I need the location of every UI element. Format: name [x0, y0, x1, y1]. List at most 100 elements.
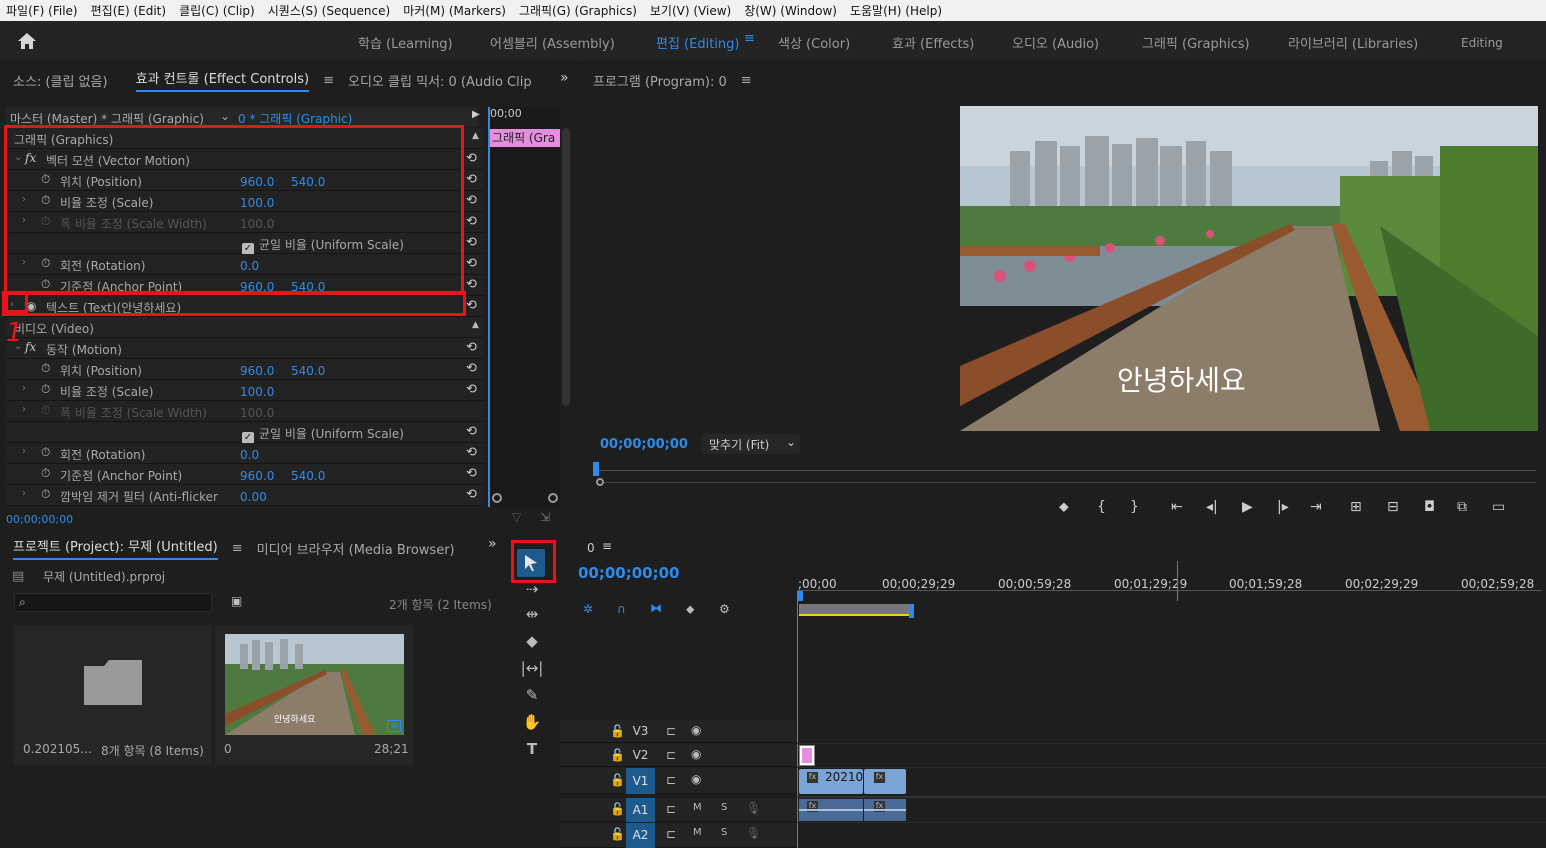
- solo-button[interactable]: S: [721, 827, 727, 838]
- stopwatch-icon[interactable]: ⏱: [41, 445, 50, 460]
- lift-icon[interactable]: ⊞: [1350, 499, 1362, 515]
- workspace-effects[interactable]: 효과 (Effects): [892, 33, 974, 52]
- zoom-handle-left[interactable]: [492, 493, 502, 503]
- track-v2-label[interactable]: V2: [626, 744, 655, 766]
- lock-icon[interactable]: 🔓: [610, 748, 625, 762]
- workspace-learning[interactable]: 학습 (Learning): [358, 33, 453, 52]
- reset-icon[interactable]: ⟲: [466, 214, 477, 229]
- step-forward-icon[interactable]: |▸: [1277, 499, 1289, 515]
- menu-view[interactable]: 보기(V) (View): [650, 2, 731, 19]
- effect-controls-timecode[interactable]: 00;00;00;00: [6, 513, 73, 526]
- slip-icon[interactable]: |↔|: [520, 659, 544, 681]
- workspace-assembly[interactable]: 어셈블리 (Assembly): [490, 33, 615, 52]
- panel-overflow-icon[interactable]: »: [560, 70, 569, 86]
- mark-out-icon[interactable]: }: [1130, 499, 1139, 515]
- reset-icon[interactable]: ⟲: [466, 298, 477, 313]
- lock-icon[interactable]: 🔓: [610, 827, 625, 841]
- mark-in-icon[interactable]: {: [1097, 499, 1106, 515]
- menu-sequence[interactable]: 시퀀스(S) (Sequence): [268, 2, 390, 19]
- reset-icon[interactable]: ⟲: [466, 466, 477, 481]
- zoom-handle[interactable]: [596, 478, 604, 486]
- reset-icon[interactable]: ⟲: [466, 424, 477, 439]
- sequence-item[interactable]: 안녕하세요 ⊞ 0 28;21: [215, 625, 413, 765]
- work-area-end[interactable]: [909, 604, 914, 618]
- microphone-icon[interactable]: 🎙: [746, 801, 761, 815]
- menu-edit[interactable]: 편집(E) (Edit): [91, 2, 166, 19]
- nest-icon[interactable]: ✲: [583, 602, 593, 616]
- work-area-bar[interactable]: [799, 604, 911, 616]
- compare-icon[interactable]: ⧉: [1457, 499, 1467, 515]
- sync-icon[interactable]: ⊏: [666, 724, 676, 738]
- program-title[interactable]: 프로그램 (Program): 0: [593, 71, 727, 90]
- lock-icon[interactable]: 🔓: [610, 802, 625, 816]
- panel-menu-icon[interactable]: ≡: [602, 539, 612, 553]
- snap-icon[interactable]: ∩: [617, 602, 626, 616]
- menu-graphics[interactable]: 그래픽(G) (Graphics): [519, 2, 637, 19]
- bin-item[interactable]: 0.202105... 8개 항목 (8 Items): [14, 625, 212, 765]
- reset-icon[interactable]: ⟲: [466, 172, 477, 187]
- filter-icon[interactable]: ▽: [512, 510, 521, 524]
- anchor-y-value[interactable]: 540.0: [291, 469, 325, 483]
- collapse-up-icon[interactable]: ▲: [472, 131, 479, 141]
- mini-playhead[interactable]: [488, 107, 490, 507]
- reset-icon[interactable]: ⟲: [466, 445, 477, 460]
- workspace-color[interactable]: 색상 (Color): [778, 33, 850, 52]
- graphic-clip[interactable]: [799, 745, 815, 766]
- stopwatch-icon[interactable]: ⏱: [41, 382, 50, 397]
- reset-icon[interactable]: ⟲: [466, 193, 477, 208]
- collapse-up-icon[interactable]: ▲: [472, 320, 479, 330]
- workspace-editing[interactable]: 편집 (Editing): [656, 33, 739, 52]
- workspace-graphics[interactable]: 그래픽 (Graphics): [1142, 33, 1250, 52]
- tab-menu-icon[interactable]: ≡: [323, 73, 334, 88]
- menu-file[interactable]: 파일(F) (File): [6, 2, 78, 19]
- sequence-tab[interactable]: 0: [587, 541, 595, 555]
- sync-icon[interactable]: ⊏: [666, 827, 676, 841]
- stopwatch-icon[interactable]: ⏱: [41, 487, 50, 502]
- expand-chevron-right-icon[interactable]: ›: [22, 446, 26, 457]
- fit-dropdown[interactable]: 맞추기 (Fit) ⌄: [702, 434, 800, 454]
- program-ruler[interactable]: [596, 470, 1536, 471]
- lock-icon[interactable]: 🔓: [610, 724, 625, 738]
- panel-overflow-icon[interactable]: »: [488, 536, 497, 552]
- video-clip-2[interactable]: fx: [864, 769, 906, 794]
- lock-icon[interactable]: 🔓: [610, 773, 625, 787]
- mute-button[interactable]: M: [693, 827, 702, 838]
- expand-chevron-right-icon[interactable]: ›: [22, 383, 26, 394]
- sync-icon[interactable]: ⊏: [666, 802, 676, 816]
- stopwatch-icon[interactable]: ⏱: [41, 466, 50, 481]
- uniform-scale-checkbox[interactable]: ✓ 균일 비율 (Uniform Scale): [242, 425, 404, 444]
- tab-project[interactable]: 프로젝트 (Project): 무제 (Untitled): [13, 536, 218, 560]
- extract-icon[interactable]: ⊟: [1387, 499, 1399, 515]
- overlay-text[interactable]: 안녕하세요: [1117, 359, 1246, 399]
- track-a2-label[interactable]: A2: [626, 823, 655, 848]
- video-section-header[interactable]: 비디오 (Video) ▲: [6, 317, 484, 338]
- workspace-current[interactable]: Editing: [1461, 36, 1503, 50]
- position-y-value[interactable]: 540.0: [291, 364, 325, 378]
- reset-icon[interactable]: ⟲: [466, 361, 477, 376]
- camera-icon[interactable]: ◘: [1424, 499, 1435, 515]
- microphone-icon[interactable]: 🎙: [746, 826, 761, 840]
- tab-effect-controls[interactable]: 효과 컨트롤 (Effect Controls): [135, 68, 310, 92]
- menu-clip[interactable]: 클립(C) (Clip): [179, 2, 255, 19]
- marker-icon[interactable]: ⬥: [686, 602, 694, 617]
- tab-media-browser[interactable]: 미디어 브라우저 (Media Browser): [257, 539, 455, 558]
- track-a1-label[interactable]: A1: [626, 798, 655, 822]
- reset-icon[interactable]: ⟲: [466, 382, 477, 397]
- add-marker-icon[interactable]: ⬥: [1059, 499, 1069, 515]
- reset-icon[interactable]: ⟲: [466, 256, 477, 271]
- track-v1-label[interactable]: V1: [626, 768, 655, 794]
- scrollbar[interactable]: [562, 128, 570, 406]
- anti-flicker-value[interactable]: 0.00: [240, 490, 267, 504]
- scale-value[interactable]: 100.0: [240, 385, 274, 399]
- audio-clip-1[interactable]: fx: [799, 799, 863, 821]
- workspace-menu-icon[interactable]: ≡: [744, 31, 755, 46]
- tab-audio-mixer[interactable]: 오디오 클립 믹서: 0 (Audio Clip: [348, 71, 532, 90]
- rotation-value[interactable]: 0.0: [240, 448, 259, 462]
- program-video-frame[interactable]: 안녕하세요: [960, 106, 1538, 431]
- menu-window[interactable]: 창(W) (Window): [744, 2, 837, 19]
- anchor-x-value[interactable]: 960.0: [240, 469, 274, 483]
- eye-icon[interactable]: ◉: [691, 772, 701, 786]
- pen-icon[interactable]: ✎: [520, 686, 544, 708]
- reset-icon[interactable]: ⟲: [466, 340, 477, 355]
- zoom-track[interactable]: [604, 482, 1536, 483]
